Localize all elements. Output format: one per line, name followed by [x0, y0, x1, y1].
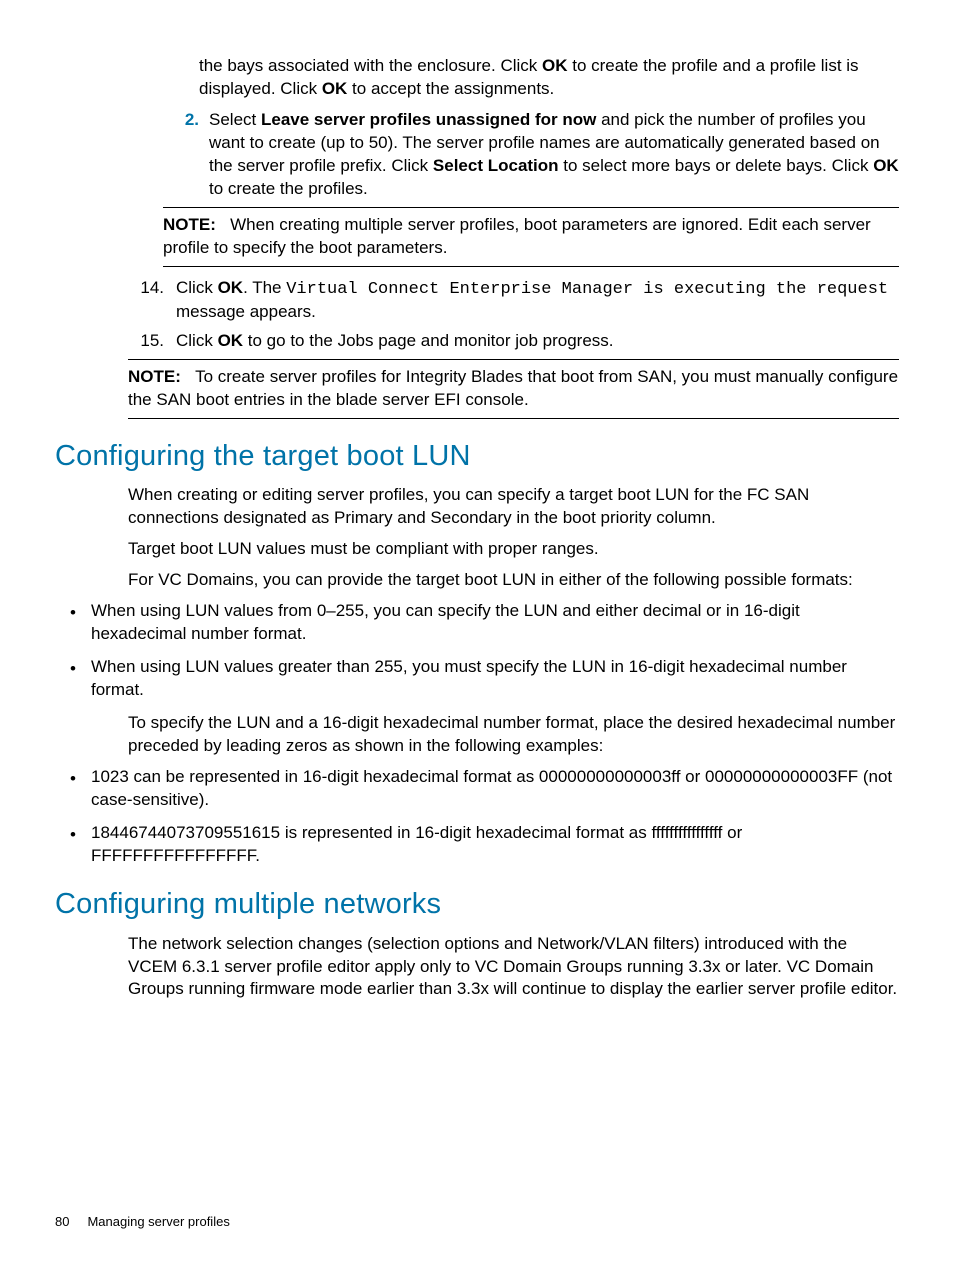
mono-text: Virtual Connect Enterprise Manager is ex… — [286, 280, 888, 299]
paragraph: To specify the LUN and a 16-digit hexade… — [128, 712, 899, 758]
content-area: the bays associated with the enclosure. … — [55, 55, 899, 1001]
text: Select — [209, 110, 261, 129]
text: to create the profiles. — [209, 179, 368, 198]
text: to select more bays or delete bays. Clic… — [559, 156, 874, 175]
paragraph: When creating or editing server profiles… — [128, 484, 899, 530]
note-box: NOTE: To create server profiles for Inte… — [128, 359, 899, 419]
bullet-text: When using LUN values from 0–255, you ca… — [91, 600, 899, 646]
ok-label: OK — [873, 156, 899, 175]
list-number: 14. — [128, 277, 176, 325]
bullet-list: • 1023 can be represented in 16-digit he… — [55, 766, 899, 868]
text: to accept the assignments. — [347, 79, 554, 98]
note-label: NOTE: — [128, 367, 181, 386]
bullet-item: • 1023 can be represented in 16-digit he… — [55, 766, 899, 812]
page-container: the bays associated with the enclosure. … — [0, 0, 954, 1271]
text: Click — [176, 331, 218, 350]
bullet-list: • When using LUN values from 0–255, you … — [55, 600, 899, 702]
bullet-text: 1023 can be represented in 16-digit hexa… — [91, 766, 899, 812]
list-body: Click OK to go to the Jobs page and moni… — [176, 330, 899, 353]
bullet-icon: • — [55, 600, 91, 646]
bullet-item: • 18446744073709551615 is represented in… — [55, 822, 899, 868]
continued-paragraph: the bays associated with the enclosure. … — [199, 55, 899, 101]
text: the bays associated with the enclosure. … — [199, 56, 542, 75]
list-body: Select Leave server profiles unassigned … — [209, 109, 899, 201]
bullet-icon: • — [55, 822, 91, 868]
bullet-item: • When using LUN values greater than 255… — [55, 656, 899, 702]
heading-multiple-networks: Configuring multiple networks — [55, 885, 899, 924]
list-body: Click OK. The Virtual Connect Enterprise… — [176, 277, 899, 325]
paragraph: Target boot LUN values must be compliant… — [128, 538, 899, 561]
option-label: Leave server profiles unassigned for now — [261, 110, 596, 129]
page-footer: 80 Managing server profiles — [55, 1213, 230, 1231]
page-number: 80 — [55, 1214, 69, 1229]
ok-label: OK — [542, 56, 568, 75]
note-text: To create server profiles for Integrity … — [128, 367, 898, 409]
bullet-icon: • — [55, 656, 91, 702]
ok-label: OK — [218, 278, 244, 297]
bullet-text: When using LUN values greater than 255, … — [91, 656, 899, 702]
text: . The — [243, 278, 286, 297]
text: to go to the Jobs page and monitor job p… — [243, 331, 613, 350]
bullet-item: • When using LUN values from 0–255, you … — [55, 600, 899, 646]
text: Click — [176, 278, 218, 297]
button-label: Select Location — [433, 156, 559, 175]
paragraph: The network selection changes (selection… — [128, 933, 899, 1002]
list-number: 15. — [128, 330, 176, 353]
list-number: 2. — [163, 109, 209, 201]
list-item-14: 14. Click OK. The Virtual Connect Enterp… — [128, 277, 899, 325]
paragraph: For VC Domains, you can provide the targ… — [128, 569, 899, 592]
list-item-15: 15. Click OK to go to the Jobs page and … — [128, 330, 899, 353]
note-box: NOTE: When creating multiple server prof… — [163, 207, 899, 267]
note-text: When creating multiple server profiles, … — [163, 215, 871, 257]
bullet-text: 18446744073709551615 is represented in 1… — [91, 822, 899, 868]
list-item-2: 2. Select Leave server profiles unassign… — [163, 109, 899, 201]
text: message appears. — [176, 302, 316, 321]
ok-label: OK — [322, 79, 348, 98]
ok-label: OK — [218, 331, 244, 350]
bullet-icon: • — [55, 766, 91, 812]
footer-title: Managing server profiles — [87, 1214, 229, 1229]
heading-target-boot-lun: Configuring the target boot LUN — [55, 437, 899, 476]
note-label: NOTE: — [163, 215, 216, 234]
